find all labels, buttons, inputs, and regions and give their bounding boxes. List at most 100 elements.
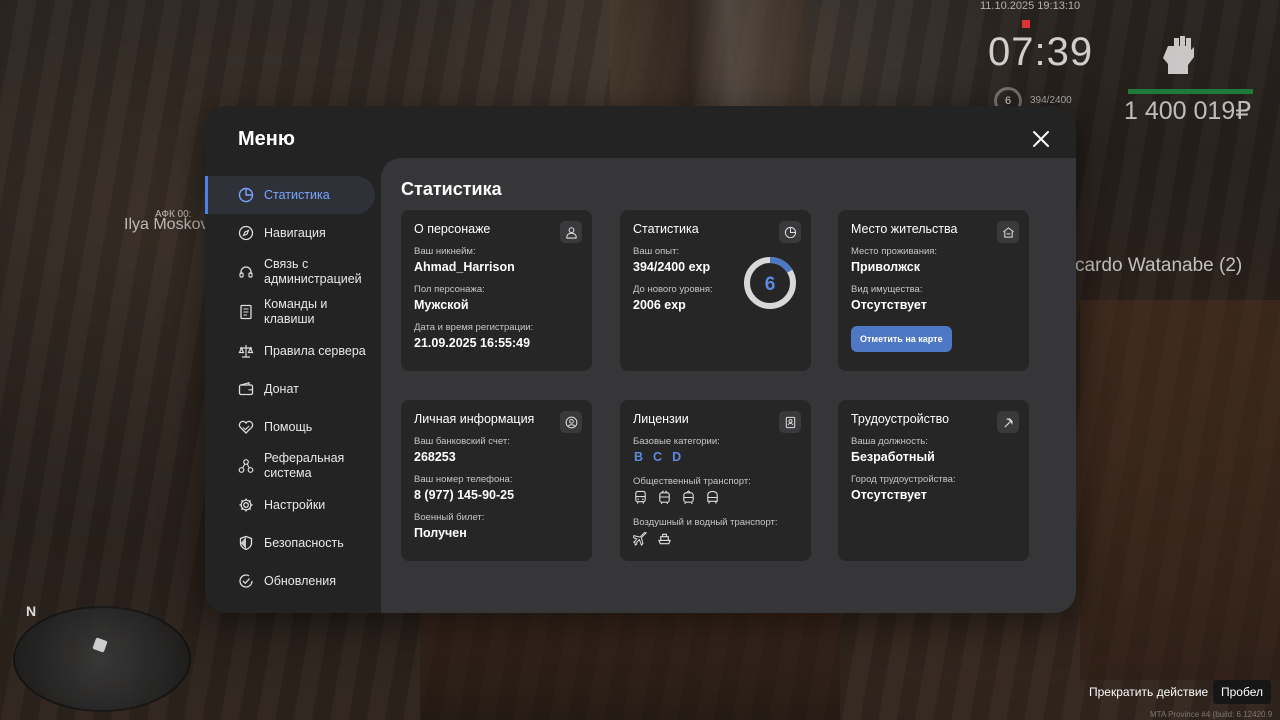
sidebar-item-label: Связь с администрацией: [264, 257, 362, 286]
mark-on-map-button[interactable]: Отметить на карте: [851, 326, 952, 352]
menu-modal: Меню Статистика Навигация Связь с админи…: [205, 106, 1076, 613]
gender-label: Пол персонажа:: [414, 284, 485, 295]
compass-icon: [238, 225, 254, 241]
sidebar-item-contact-admin[interactable]: Связь с администрацией: [205, 252, 381, 292]
gender-value: Мужской: [414, 298, 469, 312]
minimap-north: N: [26, 603, 37, 619]
build-info: MTA Province #4 (build: 6.12420.9: [1150, 710, 1273, 719]
wallet-icon: [238, 382, 254, 396]
home-icon: [997, 221, 1019, 243]
card-personal: Личная информация Ваш банковский счет: 2…: [401, 400, 592, 561]
registration-label: Дата и время регистрации:: [414, 322, 534, 333]
sidebar-item-help[interactable]: Помощь: [205, 408, 381, 446]
card-title: Статистика: [633, 222, 699, 236]
license-category: C: [653, 450, 663, 464]
license-category: D: [672, 450, 682, 464]
public-transport-label: Общественный транспорт:: [633, 476, 751, 487]
scales-icon: [238, 345, 254, 358]
sidebar-item-referral[interactable]: Реферальная система: [205, 446, 381, 486]
property-value: Отсутствует: [851, 298, 927, 312]
sidebar-item-updates[interactable]: Обновления: [205, 562, 381, 600]
hud-indicator: [1022, 20, 1030, 28]
card-title: Место жительства: [851, 222, 958, 236]
sidebar-item-security[interactable]: Безопасность: [205, 524, 381, 562]
pie-chart-icon: [779, 221, 801, 243]
fist-icon: [1163, 36, 1194, 74]
property-label: Вид имущества:: [851, 284, 923, 295]
tram-icon: [683, 490, 694, 505]
position-label: Ваша должность:: [851, 436, 928, 447]
minimap[interactable]: [13, 606, 191, 712]
sidebar-item-label: Безопасность: [264, 535, 344, 550]
menu-title: Меню: [238, 128, 295, 150]
sidebar-item-label: Реферальная система: [264, 451, 345, 480]
nickname-label: Ваш никнейм:: [414, 246, 476, 257]
id-card-icon: [779, 411, 801, 433]
headset-icon: [239, 266, 253, 278]
hud-clock: 07:39: [988, 30, 1094, 74]
place-value: Приволжск: [851, 260, 920, 274]
card-title: Трудоустройство: [851, 412, 950, 426]
card-title: Личная информация: [414, 412, 535, 426]
background-desk: [420, 610, 840, 720]
document-icon: [240, 304, 252, 320]
hud-datetime: 11.10.2025 19:13:10: [980, 0, 1081, 12]
bank-label: Ваш банковский счет:: [414, 436, 510, 447]
sidebar-item-label: Команды и клавиши: [264, 297, 328, 326]
base-categories-label: Базовые категории:: [633, 436, 720, 447]
card-character: О персонаже Ваш никнейм: Ahmad_Harrison …: [401, 210, 592, 371]
sidebar-item-rules[interactable]: Правила сервера: [205, 332, 381, 370]
sidebar-item-label: Настройки: [264, 497, 326, 512]
close-icon[interactable]: [1031, 129, 1051, 149]
military-value: Получен: [414, 526, 467, 540]
sidebar-item-statistics[interactable]: Статистика: [205, 176, 375, 214]
player-nametag: Ilya Moskov: [124, 216, 209, 233]
pie-chart-icon: [238, 187, 254, 203]
trolleybus-icon: [659, 490, 670, 505]
city-label: Город трудоустройства:: [851, 474, 956, 485]
phone-label: Ваш номер телефона:: [414, 474, 513, 485]
content-panel: Статистика О персонаже Ваш никнейм: Ahma…: [381, 158, 1076, 613]
city-value: Отсутствует: [851, 488, 927, 502]
sidebar-item-label: Обновления: [264, 573, 336, 588]
sidebar-item-label: Навигация: [264, 225, 326, 240]
air-water-icons: [633, 531, 798, 546]
sidebar-item-navigation[interactable]: Навигация: [205, 214, 381, 252]
card-title: Лицензии: [633, 412, 689, 426]
sidebar-item-label: Донат: [264, 381, 299, 396]
gear-icon: [239, 498, 253, 512]
position-value: Безработный: [851, 450, 935, 464]
card-title: О персонаже: [414, 222, 491, 236]
registration-value: 21.09.2025 16:55:49: [414, 336, 531, 350]
sidebar-item-settings[interactable]: Настройки: [205, 486, 381, 524]
sidebar-item-label: Помощь: [264, 419, 313, 434]
place-label: Место проживания:: [851, 246, 938, 257]
handshake-heart-icon: [238, 420, 254, 434]
card-licenses: Лицензии Базовые категории: B C D Общест…: [620, 400, 811, 561]
card-employment: Трудоустройство Ваша должность: Безработ…: [838, 400, 1029, 561]
player-nametag: cardo Watanabe (2): [1075, 255, 1243, 276]
sidebar: Статистика Навигация Связь с администрац…: [205, 176, 381, 600]
user-icon: [560, 221, 582, 243]
sidebar-item-label: Правила сервера: [264, 343, 366, 358]
phone-value: 8 (977) 145-90-25: [414, 488, 515, 502]
military-label: Военный билет:: [414, 512, 485, 523]
airplane-icon: [633, 531, 648, 546]
shield-icon: [239, 535, 253, 551]
page-title: Статистика: [401, 179, 502, 199]
license-categories: B C D: [634, 450, 798, 464]
metro-icon: [707, 490, 718, 504]
bus-icon: [635, 490, 646, 504]
license-category: B: [634, 450, 644, 464]
hud-money: 1 400 019₽: [1124, 97, 1252, 125]
pickaxe-icon: [997, 411, 1019, 433]
level-number: 6: [765, 274, 776, 295]
public-transport-icons: [633, 490, 798, 505]
air-water-label: Воздушный и водный транспорт:: [633, 517, 778, 528]
network-icon: [238, 459, 254, 473]
sidebar-item-donate[interactable]: Донат: [205, 370, 381, 408]
sidebar-item-commands[interactable]: Команды и клавиши: [205, 292, 381, 332]
hint-action: Прекратить действие: [1089, 685, 1209, 699]
boat-icon: [658, 533, 671, 545]
user-circle-icon: [560, 411, 582, 433]
